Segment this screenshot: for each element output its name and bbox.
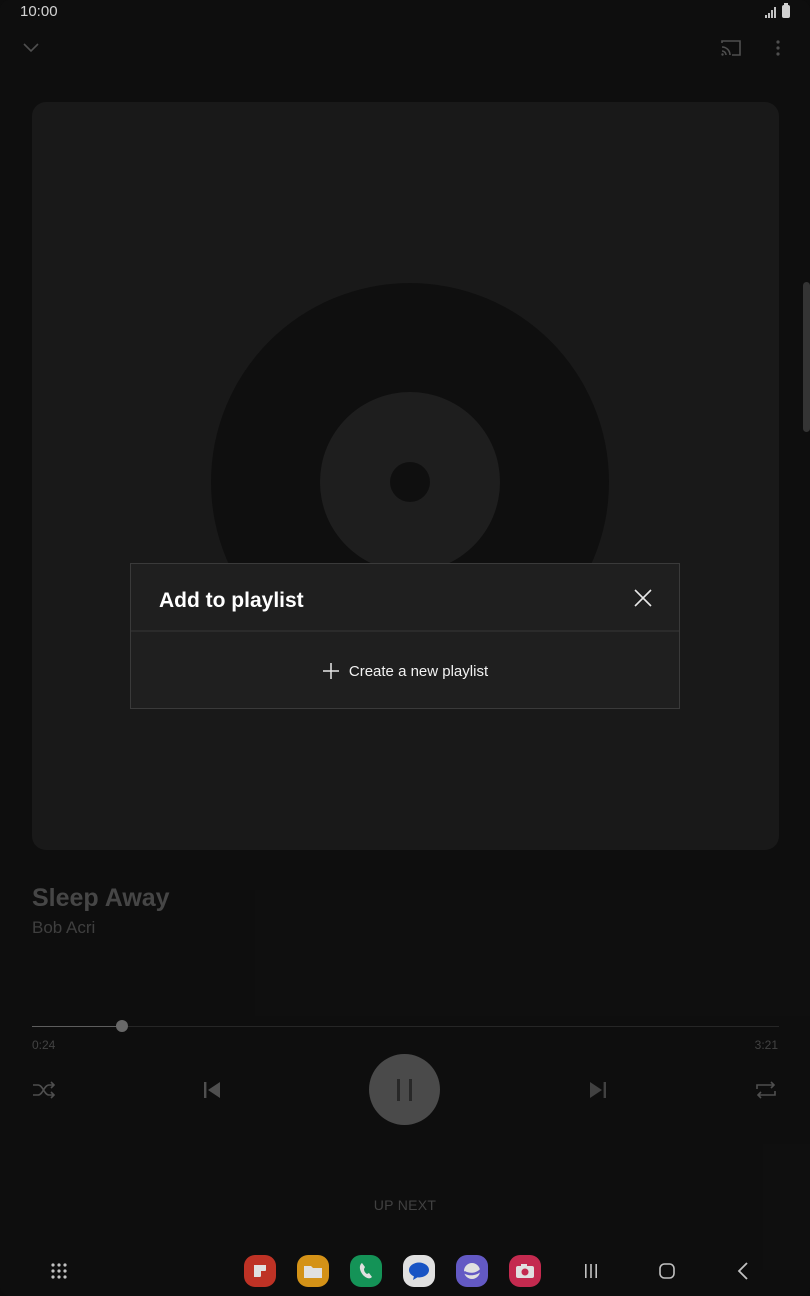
progress-fill [32,1026,122,1027]
chevron-down-icon[interactable] [18,36,44,60]
app-messages-icon[interactable] [403,1255,435,1287]
app-red-icon[interactable] [244,1255,276,1287]
up-next-label[interactable]: UP NEXT [0,1197,810,1213]
time-total: 3:21 [754,1038,778,1052]
time-elapsed: 0:24 [32,1038,56,1052]
back-icon[interactable] [730,1258,756,1284]
navigation-bar [0,1248,810,1296]
cast-icon[interactable] [718,36,744,60]
song-title: Sleep Away [32,884,170,912]
create-new-playlist-label: Create a new playlist [348,662,489,680]
scroll-handle[interactable] [803,282,810,432]
skip-next-icon[interactable] [584,1076,612,1104]
skip-previous-icon[interactable] [198,1076,226,1104]
app-phone-icon[interactable] [350,1255,382,1287]
signal-icon [765,6,776,18]
app-internet-icon[interactable] [456,1255,488,1287]
create-new-playlist-button[interactable]: Create a new playlist [131,634,679,708]
plus-icon [322,663,339,679]
status-bar: 10:00 [0,0,810,26]
close-icon[interactable] [631,586,655,610]
app-camera-icon[interactable] [509,1255,541,1287]
vinyl-disc-icon [211,283,609,681]
song-artist[interactable]: Bob Acri [32,918,95,938]
add-to-playlist-dialog: Add to playlist Create a new playlist [130,563,680,709]
dialog-header: Add to playlist [131,564,679,632]
app-files-icon[interactable] [297,1255,329,1287]
status-time: 10:00 [20,3,58,20]
apps-grid-icon[interactable] [46,1258,72,1284]
pause-icon[interactable] [369,1054,440,1125]
progress-thumb[interactable] [115,1020,128,1032]
now-playing-screen: 10:00 Sleep Away Bob Acri 0:24 3:21 UP N… [0,0,810,1296]
top-app-bar [0,28,810,68]
more-vertical-icon[interactable] [766,36,790,60]
dialog-title: Add to playlist [159,589,304,612]
battery-icon [782,3,790,18]
home-icon[interactable] [654,1258,680,1284]
repeat-icon[interactable] [752,1076,780,1104]
progress-slider[interactable] [32,1020,779,1032]
status-icons [765,3,790,18]
recent-apps-icon[interactable] [578,1258,604,1284]
shuffle-icon[interactable] [30,1076,58,1104]
album-art [32,102,779,850]
